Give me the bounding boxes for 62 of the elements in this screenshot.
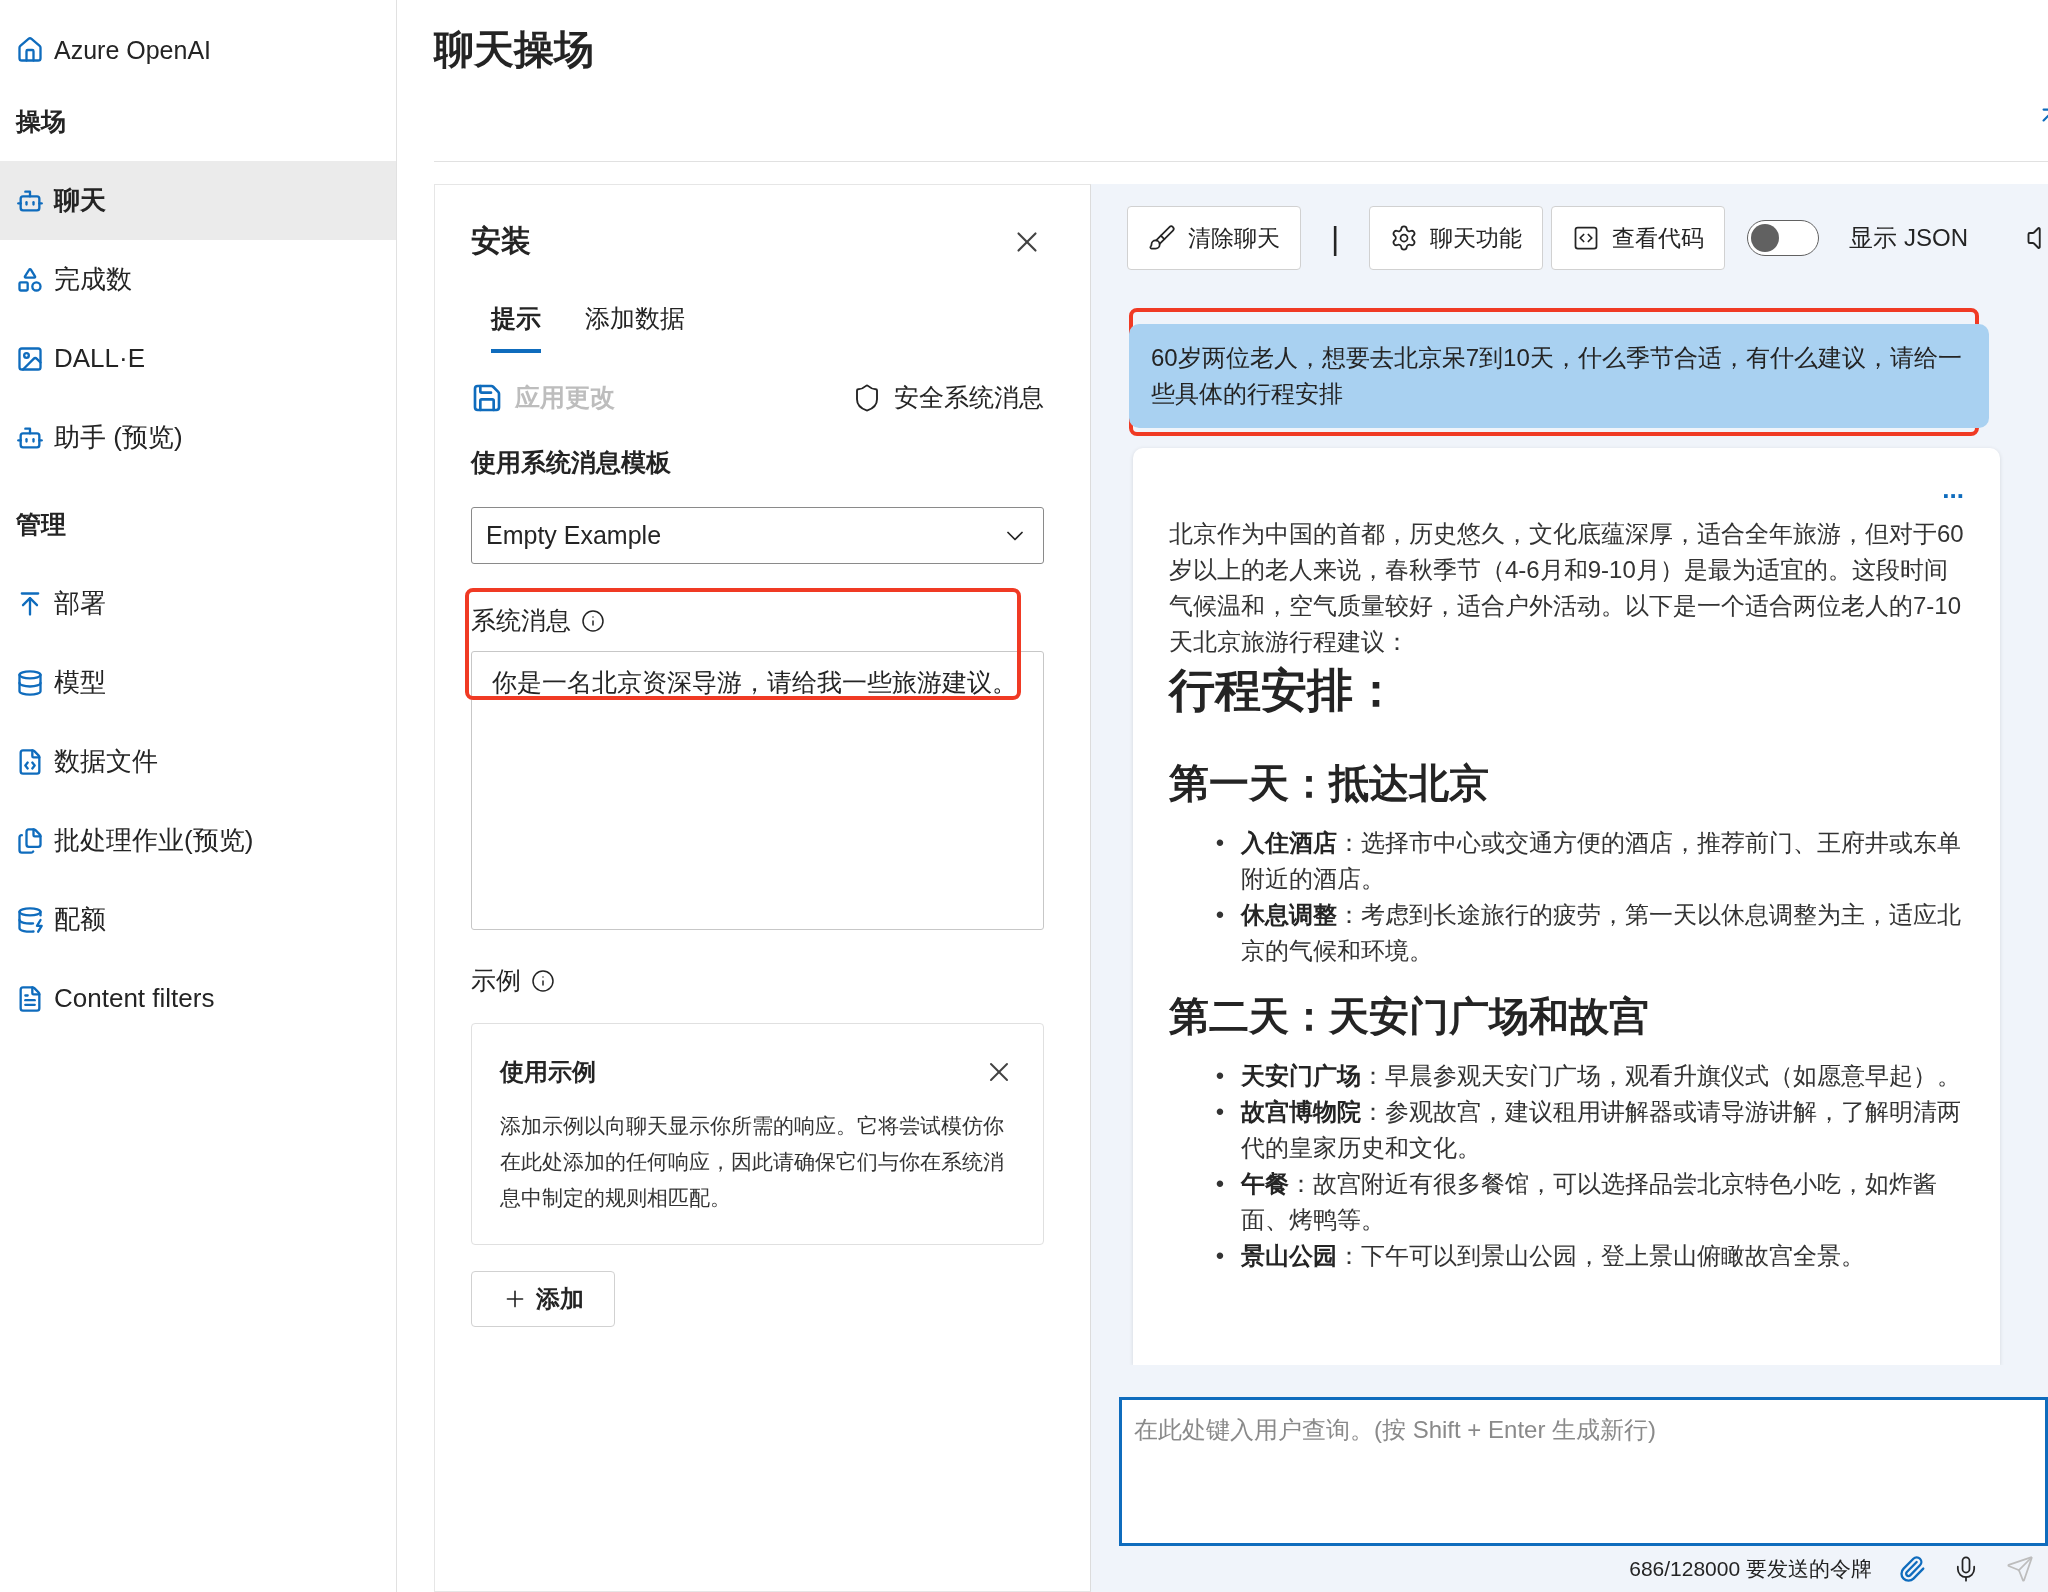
response-paragraph: 北京作为中国的首都，历史悠久，文化底蕴深厚，适合全年旅游，但对于60岁以上的老人来说，春秋季节（4-6月和9-10月）是最为适宜的。这段时间气候温和，空气质量较好，适合户外活动。以下是一个适合两位老人的7-10天北京旅游行程建议： — [1169, 519, 1964, 657]
card-text: 添加示例以向聊天显示你所需的响应。它将尝试模仿你在此处添加的任何响应，因此请确保它们与你在系统消息中制定的规则相匹配。 — [500, 1113, 1005, 1211]
template-dropdown[interactable]: Empty Example — [471, 507, 1044, 564]
sidebar-item[interactable]: 部署 — [0, 564, 396, 643]
section-heading: 管理 — [15, 509, 67, 540]
section-heading: 操场 — [14, 106, 67, 137]
list-item: 景山公园：下午可以到景山公园，登上景山俯瞰故宫全景。 — [1241, 1241, 1866, 1271]
card-title: 使用示例 — [500, 1057, 596, 1087]
sidebar-item[interactable]: 数据文件 — [0, 722, 396, 801]
toolbar-button[interactable]: 聊天功能 — [1369, 206, 1544, 270]
bullet: • — [1214, 1061, 1226, 1091]
info-icon[interactable] — [581, 608, 605, 633]
list-item: 休息调整：考虑到长途旅行的疲劳，第一天以休息调整为主，适应北京的气候和环境。 — [1241, 900, 1962, 966]
brush-icon — [1148, 224, 1176, 252]
separator: | — [1331, 219, 1340, 257]
add-button[interactable]: 添加 — [471, 1271, 615, 1327]
user-message: 60岁两位老人，想要去北京呆7到10天，什么季节合适，有什么建议，请给一些具体的行程安排 — [1129, 324, 1989, 428]
response-heading: 行程安排： — [1169, 663, 1400, 718]
panel-title: 安装 — [471, 223, 531, 259]
home-link[interactable]: Azure OpenAI — [0, 26, 396, 74]
database-icon — [16, 668, 44, 697]
sidebar-item[interactable]: 批处理作业(预览) — [0, 801, 396, 880]
shapes-icon — [16, 265, 44, 294]
bullet: • — [1214, 1169, 1226, 1199]
sidebar-item[interactable]: 配额 — [0, 880, 396, 959]
system-message-field[interactable]: 你是一名北京资深导游，请给我一些旅游建议。 — [471, 651, 1044, 930]
query-input[interactable]: 在此处键入用户查询。(按 Shift + Enter 生成新行) — [1119, 1397, 2048, 1546]
files-icon — [16, 826, 44, 855]
safety-message-link[interactable]: 安全系统消息 — [852, 381, 1044, 414]
list-item: 故宫博物院：参观故宫，建议租用讲解器或请导游讲解，了解明清两代的皇家历史和文化。 — [1241, 1097, 1962, 1163]
field-label: 示例 — [471, 965, 521, 996]
bullet: • — [1214, 1241, 1226, 1271]
sidebar-item[interactable]: 模型 — [0, 643, 396, 722]
sidebar-item[interactable]: 完成数 — [0, 240, 396, 319]
template-label: 使用系统消息模板 — [471, 447, 672, 478]
list-item: 天安门广场：早晨参观天安门广场，观看升旗仪式（如愿意早起）。 — [1241, 1061, 1962, 1091]
json-toggle[interactable] — [1747, 220, 1820, 256]
more-button[interactable]: ... — [1942, 476, 1964, 502]
toolbar-button[interactable]: 清除聊天 — [1127, 206, 1301, 270]
bullet: • — [1214, 1097, 1226, 1127]
paperclip-icon[interactable] — [1898, 1555, 1926, 1583]
info-icon[interactable] — [531, 968, 555, 993]
sidebar-item[interactable]: DALL·E — [0, 319, 396, 398]
sidebar-item[interactable]: 聊天 — [0, 161, 396, 240]
sidebar-item[interactable]: Content filters — [0, 959, 396, 1038]
response-subheading: 第一天：抵达北京 — [1169, 760, 1490, 807]
bullet: • — [1214, 900, 1226, 930]
database-icon — [16, 905, 44, 934]
home-icon — [16, 36, 44, 64]
bullet: • — [1214, 828, 1226, 858]
response-subheading: 第二天：天安门广场和故宫 — [1169, 993, 1650, 1040]
image-icon — [16, 344, 44, 373]
token-count: 686/128000 要发送的令牌 — [1629, 1556, 1872, 1582]
field-label: 系统消息 — [471, 605, 571, 636]
list-item: 入住酒店：选择市中心或交通方便的酒店，推荐前门、王府井或东单附近的酒店。 — [1241, 828, 1962, 894]
page-title: 聊天操场 — [434, 26, 594, 73]
tab[interactable]: 添加数据 — [585, 302, 685, 353]
toggle-label: 显示 JSON — [1849, 223, 1968, 253]
sidebar-item[interactable]: 助手 (预览) — [0, 398, 396, 477]
toolbar-button[interactable]: 查看代码 — [1551, 206, 1726, 270]
tab[interactable]: 提示 — [491, 302, 541, 353]
list-item: 午餐：故宫附近有很多餐馆，可以选择品尝北京特色小吃，如炸酱面、烤鸭等。 — [1241, 1169, 1938, 1235]
